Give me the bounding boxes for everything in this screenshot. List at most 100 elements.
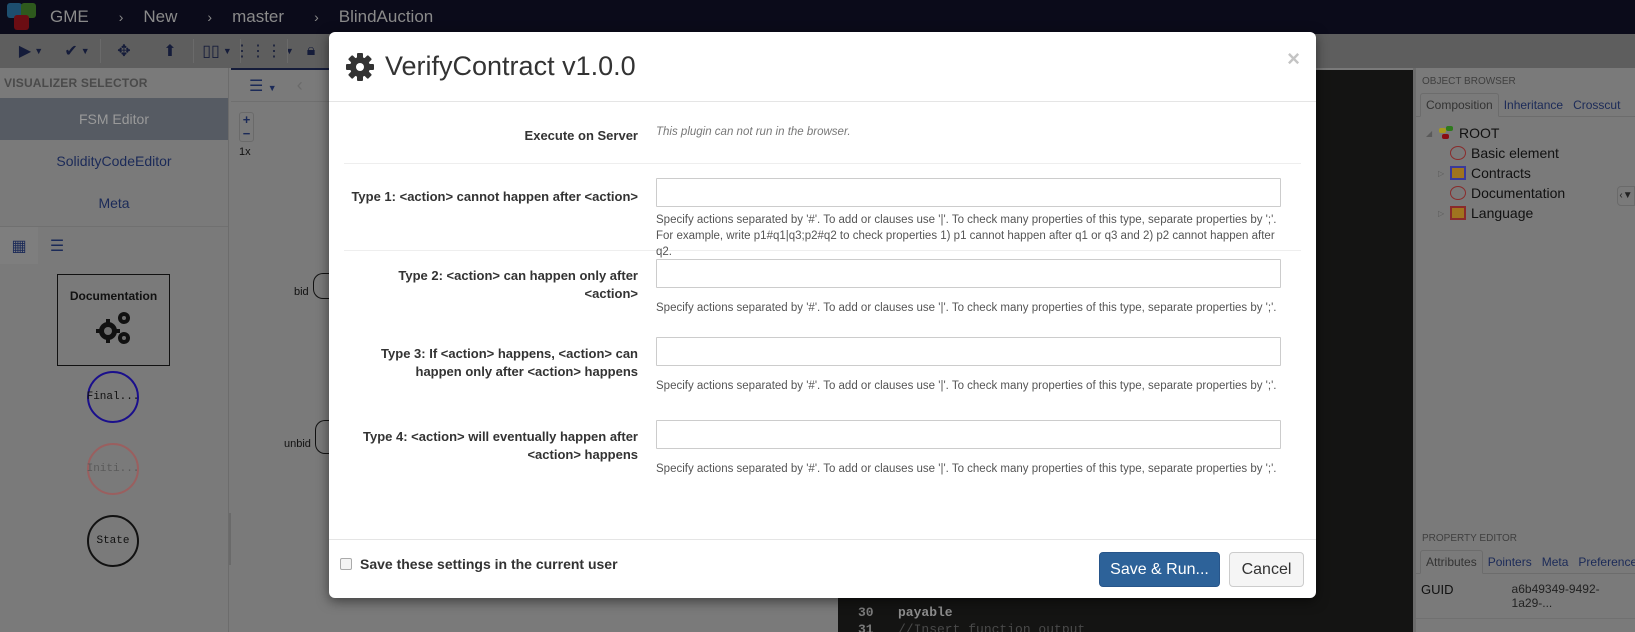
transition-label-unbid[interactable]: unbid [284,438,311,450]
object-browser-tabs: Composition Inheritance Crosscut [1416,91,1635,117]
dialog-body: Execute on Server This plugin can not ru… [329,102,1316,503]
atom-icon [1450,186,1466,200]
breadcrumb-branch[interactable]: master [232,7,284,27]
type4-help: Specify actions separated by '#'. To add… [656,463,1277,475]
part-browser-view-tabs: ▦ ☰ [0,226,228,264]
close-icon[interactable]: × [1287,46,1300,72]
move-icon[interactable]: ✥ [101,36,147,66]
breadcrumb-node[interactable]: BlindAuction [339,7,434,27]
save-settings-checkbox-label[interactable]: Save these settings in the current user [340,556,618,572]
property-row: GUID a6b49349-9492-1a29-... [1416,574,1635,619]
tab-pointers[interactable]: Pointers [1483,551,1537,573]
property-editor-tabs: Attributes Pointers Meta Preferences [1416,548,1635,574]
model-icon [1450,206,1466,220]
collapsed-arrow-icon[interactable]: ▷ [1438,209,1450,218]
type3-label: Type 3: If <action> happens, <action> ca… [381,346,638,379]
zoom-in-button[interactable]: + [240,113,253,127]
type3-input[interactable] [656,337,1281,366]
visualizer-meta[interactable]: Meta [0,182,228,224]
save-settings-checkbox[interactable] [340,558,352,570]
tab-crosscut[interactable]: Crosscut [1568,94,1625,116]
upload-icon[interactable]: ⬆ [147,36,193,66]
zoom-level-label: 1x [239,146,251,158]
property-value[interactable]: a6b49349-9492-1a29-... [1512,582,1633,610]
list-dropdown-icon[interactable]: ☰ ▼ [249,76,277,96]
breadcrumb-project[interactable]: New [143,7,177,27]
type2-input[interactable] [656,259,1281,288]
code-text: payable [898,605,953,620]
part-final-state[interactable]: Final... [87,371,139,423]
type4-row: Type 4: <action> will eventually happen … [344,419,1301,503]
type1-label: Type 1: <action> cannot happen after <ac… [351,189,638,204]
breadcrumb-separator: › [207,9,213,25]
type4-input[interactable] [656,420,1281,449]
visualizer-fsm-editor[interactable]: FSM Editor [0,98,228,140]
atom-icon [1450,146,1466,160]
tree-node-label: Documentation [1471,185,1566,201]
type3-row: Type 3: If <action> happens, <action> ca… [344,335,1301,419]
transition-label-bid[interactable]: bid [294,286,309,298]
type1-input[interactable] [656,178,1281,207]
code-line: 30 payable [858,605,953,620]
visualizer-solidity-code-editor[interactable]: SolidityCodeEditor [0,140,228,182]
collapsed-arrow-icon[interactable]: ▷ [1438,169,1450,178]
tree-node[interactable]: Documentation [1426,183,1635,203]
grid-view-icon[interactable]: ▦ [0,227,38,264]
tab-attributes[interactable]: Attributes [1420,550,1483,574]
tree-node[interactable]: ▷ Contracts [1426,163,1635,183]
tab-preferences[interactable]: Preferences [1573,551,1635,573]
list-view-icon[interactable]: ☰ [38,227,76,264]
grid-dropdown-icon[interactable]: ⋮⋮⋮ ▼ [234,36,294,66]
save-settings-text: Save these settings in the current user [360,556,618,572]
canvas-header: ☰ ▼ ‹ [231,68,331,102]
line-number: 30 [858,605,874,620]
type1-help: Specify actions separated by '#'. To add… [656,214,1277,258]
gears-icon [95,312,130,344]
save-and-run-button[interactable]: Save & Run... [1099,552,1220,587]
plugin-config-dialog: VerifyContract v1.0.0 × Execute on Serve… [329,32,1316,598]
tree-node[interactable]: Basic element [1426,143,1635,163]
gear-icon [346,52,374,81]
code-line: 31 //Insert function output [858,622,1085,632]
top-navbar: GME › New › master › BlindAuction [0,0,1635,34]
tab-meta[interactable]: Meta [1537,551,1574,573]
right-panel: OBJECT BROWSER Composition Inheritance C… [1413,68,1635,632]
type3-help: Specify actions separated by '#'. To add… [656,380,1277,392]
execute-on-server-note: This plugin can not run in the browser. [656,126,851,138]
tab-composition[interactable]: Composition [1420,93,1499,117]
part-documentation[interactable]: Documentation [57,274,170,366]
line-number: 31 [858,622,874,632]
tree-node-label: ROOT [1459,125,1500,141]
tree-node[interactable]: ▷ Language [1426,203,1635,223]
breadcrumb-gme[interactable]: GME [50,7,89,27]
execute-on-server-label: Execute on Server [524,128,638,143]
model-icon [1450,166,1466,180]
zoom-out-button[interactable]: − [240,127,253,141]
cancel-button[interactable]: Cancel [1229,552,1304,587]
chevron-left-icon[interactable]: ‹ [297,75,303,96]
check-dropdown-icon[interactable]: ✔ ▼ [54,36,100,66]
tree-node-root[interactable]: ◢ ROOT [1426,123,1635,143]
type1-row: Type 1: <action> cannot happen after <ac… [344,164,1301,258]
gme-logo-icon[interactable] [4,0,38,34]
filter-toggle-icon[interactable]: ‹▼ [1617,186,1635,206]
lock-icon[interactable]: 🔒︎ [288,36,334,66]
object-browser-title: OBJECT BROWSER [1422,76,1516,87]
dialog-title: VerifyContract v1.0.0 [385,51,636,81]
part-state[interactable]: State [87,515,139,567]
tree-node-label: Language [1471,205,1534,221]
expanded-arrow-icon[interactable]: ◢ [1426,129,1438,138]
breadcrumb-separator: › [118,9,124,25]
part-initial-state[interactable]: Initi... [87,443,139,495]
tab-inheritance[interactable]: Inheritance [1499,94,1568,116]
play-dropdown-icon[interactable]: ▶ ▼ [8,36,54,66]
dialog-footer: Save these settings in the current user … [329,539,1316,598]
root-icon [1438,126,1454,140]
property-editor-title: PROPERTY EDITOR [1422,533,1518,544]
code-comment: //Insert function output [898,622,1086,632]
visualizer-selector-panel: VISUALIZER SELECTOR FSM Editor SolidityC… [0,68,229,632]
type2-row: Type 2: <action> can happen only after <… [344,251,1301,335]
visualizer-selector-title: VISUALIZER SELECTOR [4,76,148,90]
dialog-header: VerifyContract v1.0.0 × [329,32,1316,102]
zoom-control: + − [239,112,254,142]
